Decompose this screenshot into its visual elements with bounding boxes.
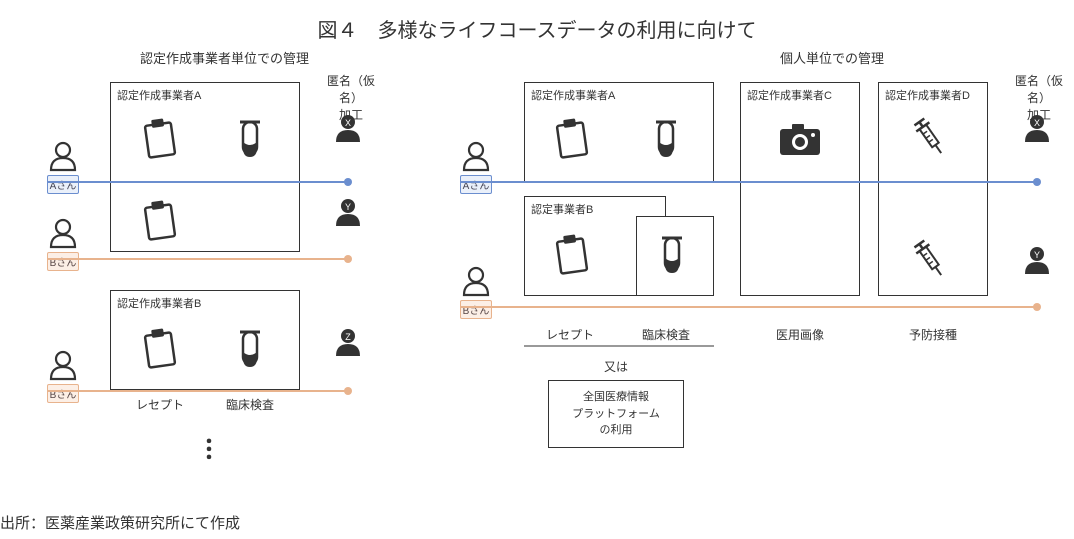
anon-person-y-r: Y	[1025, 247, 1049, 274]
svg-text:X: X	[345, 118, 351, 128]
anon-person-z: Z	[336, 329, 360, 356]
clipboard-icon	[145, 200, 175, 239]
testtube-icon	[662, 238, 682, 273]
svg-text:Y: Y	[345, 202, 351, 212]
anon-person-y: Y	[336, 199, 360, 226]
person-icon	[51, 352, 75, 379]
clipboard-icon	[145, 328, 175, 367]
syringe-icon	[913, 117, 948, 157]
person-icon	[51, 220, 75, 247]
anon-person-x: X	[336, 115, 360, 142]
camera-icon	[780, 124, 820, 155]
syringe-icon	[913, 239, 948, 279]
testtube-icon	[240, 332, 260, 367]
svg-text:X: X	[1034, 118, 1040, 128]
clipboard-icon	[557, 118, 587, 157]
clipboard-icon	[557, 234, 587, 273]
person-icon	[464, 143, 488, 170]
anon-person-x-r: X	[1025, 115, 1049, 142]
diagram-canvas: X Y Z X Y	[0, 0, 1074, 539]
testtube-icon	[240, 122, 260, 157]
svg-text:Y: Y	[1034, 250, 1040, 260]
testtube-icon	[656, 122, 676, 157]
person-icon	[464, 268, 488, 295]
clipboard-icon	[145, 118, 175, 157]
svg-text:Z: Z	[345, 332, 351, 342]
person-icon	[51, 143, 75, 170]
